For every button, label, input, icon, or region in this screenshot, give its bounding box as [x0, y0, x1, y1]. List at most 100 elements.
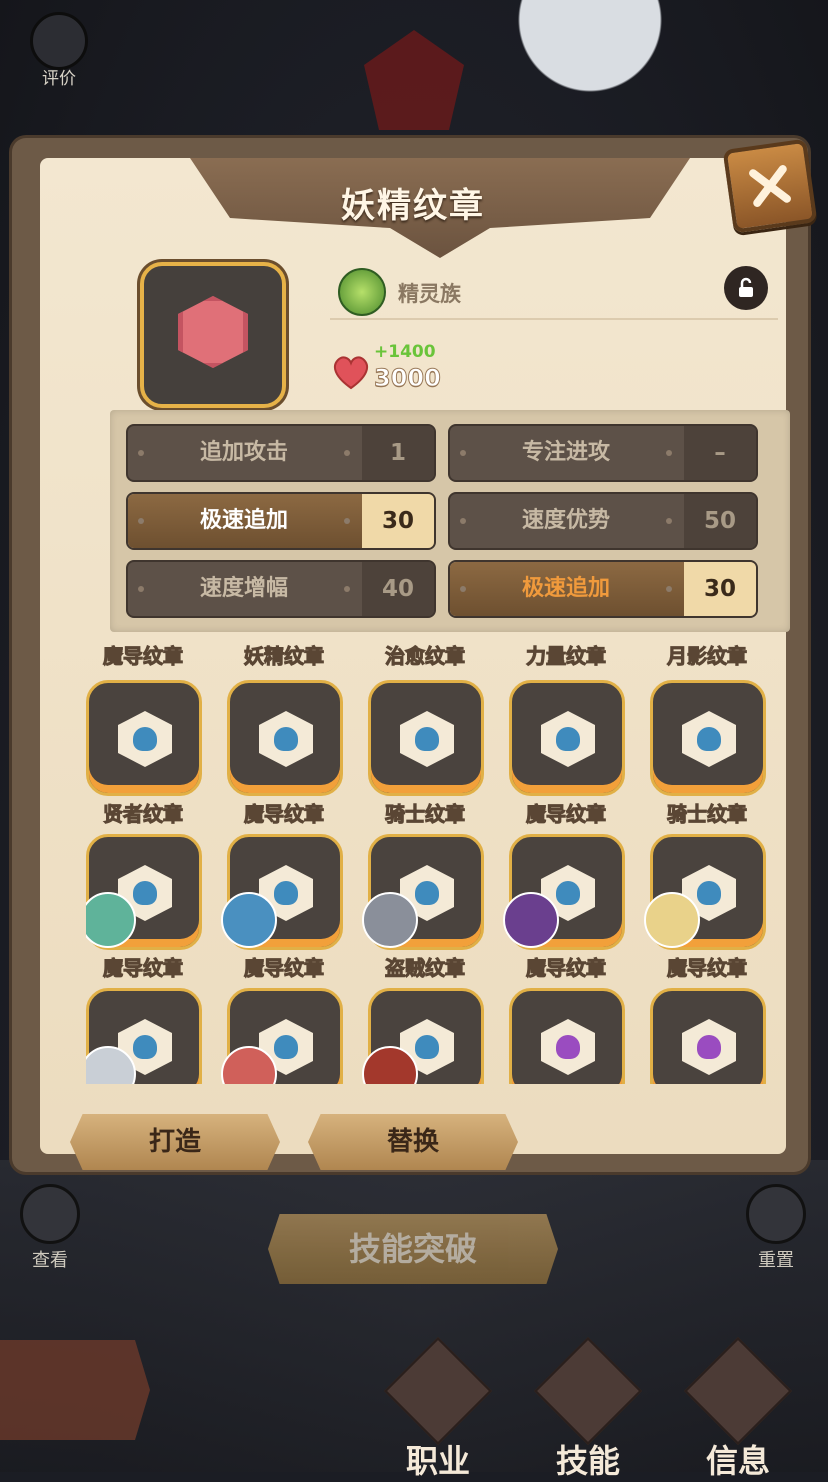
emblem-cell[interactable]: 治愈纹章 — [368, 640, 484, 670]
nav-info[interactable]: 信息 — [678, 1336, 798, 1480]
shadow-glyph-icon — [556, 1035, 580, 1059]
emblem-label: 魔导纹章 — [244, 802, 325, 827]
lock-button[interactable] — [724, 266, 768, 310]
mage-glyph-icon — [133, 1035, 157, 1059]
emblem-slot — [368, 680, 484, 796]
attr-name: 速度增幅 — [199, 576, 288, 601]
emblem-cell[interactable]: 魔导纹章 — [221, 834, 343, 981]
hero-avatar — [221, 892, 277, 948]
emblem-cell[interactable]: 力量纹章 — [509, 640, 625, 670]
attr-name: 极速追加 — [521, 576, 610, 601]
emblem-slot — [86, 680, 202, 796]
emblem-cell[interactable] — [221, 988, 343, 1084]
emblem-cell[interactable] — [362, 988, 484, 1084]
attribute-panel: 追加攻击 1 专注进攻 – 极速追加 30 速度优势 50 速度增幅 40 极速… — [110, 410, 790, 632]
back-arrow-icon[interactable] — [0, 1340, 150, 1440]
nav-skill[interactable]: 技能 — [528, 1336, 648, 1480]
mage-glyph-icon — [697, 881, 721, 905]
emblem-cell[interactable]: 骑士纹章 — [650, 680, 766, 827]
replace-button[interactable]: 替换 — [308, 1114, 518, 1170]
view-button[interactable]: 查看 — [20, 1184, 80, 1272]
emblem-slot — [509, 988, 625, 1084]
emblem-slot — [650, 680, 766, 796]
shadow-glyph-icon — [697, 1035, 721, 1059]
emblem-label: 魔导纹章 — [103, 956, 184, 981]
emblem-cell[interactable]: 魔导纹章 — [503, 834, 625, 981]
emblem-cell[interactable]: 月影纹章 — [650, 640, 766, 670]
attr-name: 速度优势 — [521, 508, 610, 533]
attr-value: 30 — [362, 494, 434, 548]
hero-avatar — [644, 892, 700, 948]
emblem-label: 魔导纹章 — [667, 956, 748, 981]
emblem-label: 治愈纹章 — [385, 644, 466, 669]
emblem-slot — [509, 680, 625, 796]
emblem-cell[interactable]: 魔导纹章 — [644, 834, 766, 981]
attr-slot-5[interactable]: 速度增幅 40 — [128, 562, 434, 616]
rate-label: 评价 — [42, 69, 76, 89]
emblem-cell[interactable] — [86, 988, 202, 1084]
mage-glyph-icon — [133, 881, 157, 905]
selected-emblem — [140, 262, 286, 408]
chess-piece-icon — [383, 1336, 493, 1446]
magnifier-icon — [20, 1184, 80, 1244]
skill-icon — [533, 1336, 643, 1446]
attr-slot-4[interactable]: 速度优势 50 — [450, 494, 756, 548]
knight-glyph-icon — [697, 727, 721, 751]
emblem-cell[interactable]: 贤者纹章 — [86, 680, 202, 827]
attr-value: 50 — [684, 494, 756, 548]
forge-button[interactable]: 打造 — [70, 1114, 280, 1170]
nav-class[interactable]: 职业 — [378, 1336, 498, 1480]
emblem-cell[interactable]: 魔导纹章 — [509, 680, 625, 827]
emblem-cell[interactable]: 骑士纹章 — [368, 680, 484, 827]
hero-avatar — [362, 892, 418, 948]
emblem-cell[interactable] — [650, 988, 766, 1084]
rate-icon — [30, 12, 88, 70]
emblem-cell[interactable]: 盗贼纹章 — [362, 834, 484, 981]
emblem-label: 魔导纹章 — [103, 644, 184, 669]
rate-button[interactable]: 评价 — [30, 12, 88, 89]
attr-slot-2[interactable]: 专注进攻 – — [450, 426, 756, 480]
hero-avatar — [503, 892, 559, 948]
attr-value: – — [684, 426, 756, 480]
attr-name: 专注进攻 — [521, 440, 610, 465]
dialog-title: 妖精纹章 — [341, 186, 485, 226]
emblem-label: 贤者纹章 — [103, 802, 184, 827]
emblem-label: 魔导纹章 — [526, 956, 607, 981]
emblem-cell[interactable]: 魔导纹章 — [86, 834, 202, 981]
emblem-cell[interactable] — [509, 988, 625, 1084]
emblem-cell[interactable]: 魔导纹章 — [227, 680, 343, 827]
knight-glyph-icon — [415, 727, 439, 751]
mage-glyph-icon — [274, 727, 298, 751]
thief-glyph-icon — [415, 881, 439, 905]
reset-button[interactable]: 重置 — [746, 1184, 806, 1272]
mage-glyph-icon — [556, 881, 580, 905]
emblem-label: 骑士纹章 — [667, 802, 748, 827]
document-icon — [683, 1336, 793, 1446]
header-divider — [330, 318, 778, 320]
mage-glyph-icon — [274, 1035, 298, 1059]
attr-value: 1 — [362, 426, 434, 480]
emblem-label: 魔导纹章 — [526, 802, 607, 827]
attr-slot-3[interactable]: 极速追加 30 — [128, 494, 434, 548]
attr-value: 40 — [362, 562, 434, 616]
power-heart-icon — [333, 356, 369, 390]
emblem-slot — [227, 680, 343, 796]
attr-slot-1[interactable]: 追加攻击 1 — [128, 426, 434, 480]
mage-glyph-icon — [274, 881, 298, 905]
emblem-label: 力量纹章 — [526, 644, 607, 669]
emblem-label: 盗贼纹章 — [385, 956, 466, 981]
mage-glyph-icon — [556, 727, 580, 751]
power-value: 3000 — [374, 364, 442, 393]
dialog-paper: 妖精纹章 精灵族 +1400 3000 追加攻击 1 专注进攻 – 极速追加 3… — [40, 158, 790, 1170]
elf-race-icon — [338, 268, 386, 316]
emblem-label: 月影纹章 — [667, 644, 748, 669]
sage-glyph-icon — [133, 727, 157, 751]
emblem-cell[interactable]: 妖精纹章 — [227, 640, 343, 670]
emblem-cell[interactable]: 魔导纹章 — [86, 640, 202, 670]
emblem-label: 骑士纹章 — [385, 802, 466, 827]
mage-glyph-icon — [415, 1035, 439, 1059]
skill-break-button[interactable]: 技能突破 — [268, 1214, 558, 1284]
close-button[interactable] — [722, 138, 818, 234]
fairy-emblem-icon — [178, 296, 248, 368]
attr-slot-6[interactable]: 极速追加 30 — [450, 562, 756, 616]
